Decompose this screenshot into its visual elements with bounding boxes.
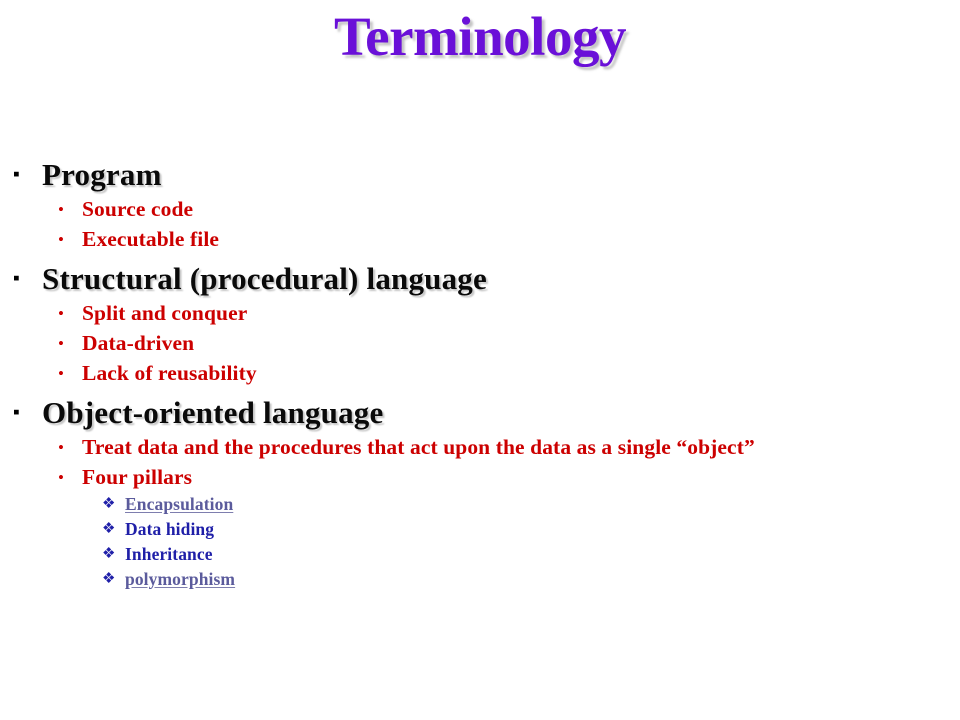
list-item: ▪ Structural (procedural) language	[12, 260, 960, 298]
list-item-label: Source code	[82, 197, 194, 221]
diamond-bullet-icon: ❖	[102, 496, 116, 512]
list-item-label: Data hiding	[125, 519, 215, 539]
list-item: • Split and conquer	[58, 299, 960, 328]
diamond-bullet-icon: ❖	[102, 546, 116, 562]
list-item: • Data-driven	[58, 329, 960, 358]
list-item-label: Four pillars	[82, 465, 193, 489]
diamond-bullet-icon: ❖	[102, 521, 116, 537]
diamond-bullet-icon: ❖	[102, 571, 116, 587]
round-bullet-icon: •	[58, 200, 64, 219]
square-bullet-icon: ▪	[13, 402, 20, 423]
round-bullet-icon: •	[58, 304, 64, 323]
list-item: ▪ Object-oriented language	[12, 394, 960, 432]
round-bullet-icon: •	[58, 438, 64, 457]
list-item-label: Split and conquer	[82, 301, 248, 325]
hyperlink[interactable]: Encapsulation	[125, 492, 233, 517]
round-bullet-icon: •	[58, 230, 64, 249]
list-item: • Executable file	[58, 225, 960, 254]
list-item: ❖ Inheritance	[102, 542, 960, 567]
list-item-label: Executable file	[82, 227, 220, 251]
round-bullet-icon: •	[58, 468, 64, 487]
list-item[interactable]: ❖ polymorphism	[102, 567, 960, 592]
list-item-label: Structural (procedural) language	[42, 261, 487, 296]
list-item-label: Inheritance	[125, 544, 213, 564]
list-item: ▪ Program	[12, 156, 960, 194]
list-item-label: Data-driven	[82, 331, 195, 355]
list-item-label: Treat data and the procedures that act u…	[82, 435, 755, 459]
slide-canvas: Terminology ▪ Program • Source code • Executa…	[0, 0, 960, 720]
round-bullet-icon: •	[58, 364, 64, 383]
list-item: ❖ Data hiding	[102, 517, 960, 542]
list-item: • Four pillars	[58, 463, 960, 492]
list-item-label: Lack of reusability	[82, 361, 257, 385]
square-bullet-icon: ▪	[13, 164, 20, 185]
page-title: Terminology	[334, 6, 626, 67]
list-item: • Treat data and the procedures that act …	[58, 433, 960, 462]
square-bullet-icon: ▪	[13, 268, 20, 289]
list-item: • Lack of reusability	[58, 359, 960, 388]
hyperlink[interactable]: polymorphism	[125, 567, 235, 592]
list-item: • Source code	[58, 195, 960, 224]
list-item-label: Program	[42, 157, 162, 192]
list-item-label: Object-oriented language	[42, 395, 384, 430]
list-item[interactable]: ❖ Encapsulation	[102, 492, 960, 517]
bullet-list: ▪ Program • Source code • Executable file ▪ Str…	[0, 150, 960, 592]
round-bullet-icon: •	[58, 334, 64, 353]
